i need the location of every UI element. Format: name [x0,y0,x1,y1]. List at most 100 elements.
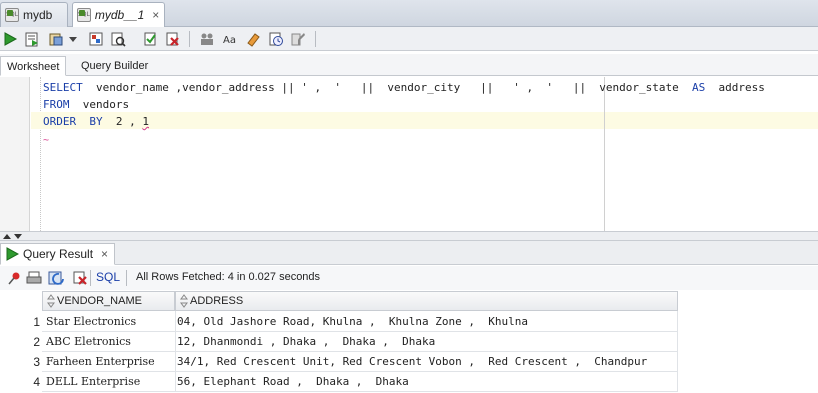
result-tab-label: Query Result [23,247,94,261]
row-divider [42,331,678,332]
result-tab-bar: Query Result × [0,241,818,265]
unshared-worksheet-button[interactable] [197,29,217,49]
text-cursor-char: 1 [142,115,149,128]
code-text: 2 , [102,115,143,128]
cell-address[interactable]: 56, Elephant Road , Dhaka , Dhaka [177,372,677,392]
case-icon: Aa [223,35,236,46]
code-text: vendor_name ,vendor_address || ' , ' || … [82,81,693,94]
table-row[interactable]: 2 ABC Eletronics 12, Dhanmondi , Dhaka ,… [0,332,678,352]
sql-history-button[interactable] [266,29,286,49]
code-line-1: SELECT vendor_name ,vendor_address || ' … [43,79,765,96]
autotrace-icon [49,33,63,46]
clear-button[interactable] [243,29,263,49]
code-text: vendors [69,98,130,111]
column-header-vendor-name[interactable]: VENDOR_NAME [42,291,175,311]
result-grid: VENDOR_NAME ADDRESS 1 Star Electronics 0… [0,291,818,393]
rollback-icon [166,32,179,46]
code-line-2: FROM vendors [43,96,129,113]
current-line-highlight [31,112,818,129]
wrench-icon [291,33,305,46]
cell-vendor-name[interactable]: Farheen Enterprise [46,352,174,372]
keyword-by: BY [89,115,103,128]
worksheet-toolbar: Aa [0,27,818,51]
tab-query-builder[interactable]: Query Builder [75,56,155,76]
fetch-status: All Rows Fetched: 4 in 0.027 seconds [136,271,321,283]
tab-query-result[interactable]: Query Result × [0,243,116,265]
doc-tab-label: mydb [23,8,53,22]
toolbar-separator [90,270,91,286]
rollback-button[interactable] [162,29,182,49]
collapse-arrows-icon [3,234,22,239]
table-row[interactable]: 4 DELL Enterprise 56, Elephant Road , Dh… [0,372,678,392]
keyword-select: SELECT [43,81,83,94]
code-text: address [705,81,765,94]
cell-vendor-name[interactable]: ABC Eletronics [46,332,174,352]
tuning-icon [111,32,126,47]
sql-editor[interactable]: SELECT vendor_name ,vendor_address || ' … [0,77,818,231]
row-number: 2 [33,335,40,349]
refresh-button[interactable] [47,268,67,288]
error-marker: ~ [43,135,50,146]
table-row[interactable]: 1 Star Electronics 04, Old Jashore Road,… [0,312,678,332]
sql-worksheet-icon: SQL [77,8,91,22]
eraser-icon [247,33,260,47]
run-script-button[interactable] [22,29,42,49]
close-icon[interactable]: × [152,8,159,22]
sql-link[interactable]: SQL [96,270,120,284]
row-divider [42,351,678,352]
table-row[interactable]: 3 Farheen Enterprise 34/1, Red Crescent … [0,352,678,372]
fold-guide [40,77,41,231]
print-icon [26,271,42,284]
toolbar-separator [126,270,127,286]
svg-text:Aa: Aa [223,35,236,46]
run-icon [6,247,19,261]
cell-address[interactable]: 34/1, Red Crescent Unit, Red Crescent Vo… [177,352,677,372]
keyword-as: AS [692,81,706,94]
doc-tab-mydb[interactable]: SQL mydb [0,2,68,27]
explain-plan-button[interactable] [86,29,106,49]
users-icon [201,33,213,45]
code-line-3: ORDER BY 2 , 1 [43,113,149,130]
doc-tab-mydb-1[interactable]: SQL mydb__1 × [72,2,165,27]
autotrace-button[interactable] [46,29,66,49]
history-icon [269,32,283,46]
print-button[interactable] [24,268,44,288]
sql-tools-button[interactable] [288,29,308,49]
editor-tab-bar: Worksheet Query Builder [0,54,818,76]
commit-icon [144,32,156,46]
split-pane-divider[interactable] [0,231,818,241]
explain-plan-icon [89,32,103,46]
row-number: 3 [33,355,40,369]
sort-icon [47,294,55,308]
commit-button[interactable] [140,29,160,49]
pin-icon [8,272,20,285]
cancel-fetch-button[interactable] [70,268,90,288]
keyword-from: FROM [43,98,70,111]
cell-vendor-name[interactable]: Star Electronics [46,312,174,332]
chevron-down-icon [69,37,77,42]
sql-tuning-button[interactable] [108,29,128,49]
autotrace-dropdown[interactable] [66,29,80,49]
sql-worksheet-icon: SQL [5,8,19,22]
document-tab-bar: SQL mydb SQL mydb__1 × [0,0,818,27]
column-divider [175,311,176,392]
column-header-address[interactable]: ADDRESS [175,291,678,311]
run-statement-button[interactable] [0,29,20,49]
cell-address[interactable]: 12, Dhanmondi , Dhaka , Dhaka , Dhaka [177,332,677,352]
to-upper-lower-button[interactable]: Aa [220,29,240,49]
sort-icon [180,294,188,308]
pin-button[interactable] [4,268,24,288]
close-icon[interactable]: × [101,247,108,261]
keyword-order: ORDER [43,115,77,128]
run-script-icon [25,32,38,47]
editor-gutter [0,77,30,231]
cell-vendor-name[interactable]: DELL Enterprise [46,372,174,392]
cell-address[interactable]: 04, Old Jashore Road, Khulna , Khulna Zo… [177,312,677,332]
cancel-icon [73,271,87,285]
refresh-icon [48,271,64,285]
column-divider [677,311,678,392]
row-divider [42,371,678,372]
toolbar-separator [189,31,190,47]
tab-worksheet[interactable]: Worksheet [0,56,66,76]
result-toolbar: SQL All Rows Fetched: 4 in 0.027 seconds [0,266,818,290]
